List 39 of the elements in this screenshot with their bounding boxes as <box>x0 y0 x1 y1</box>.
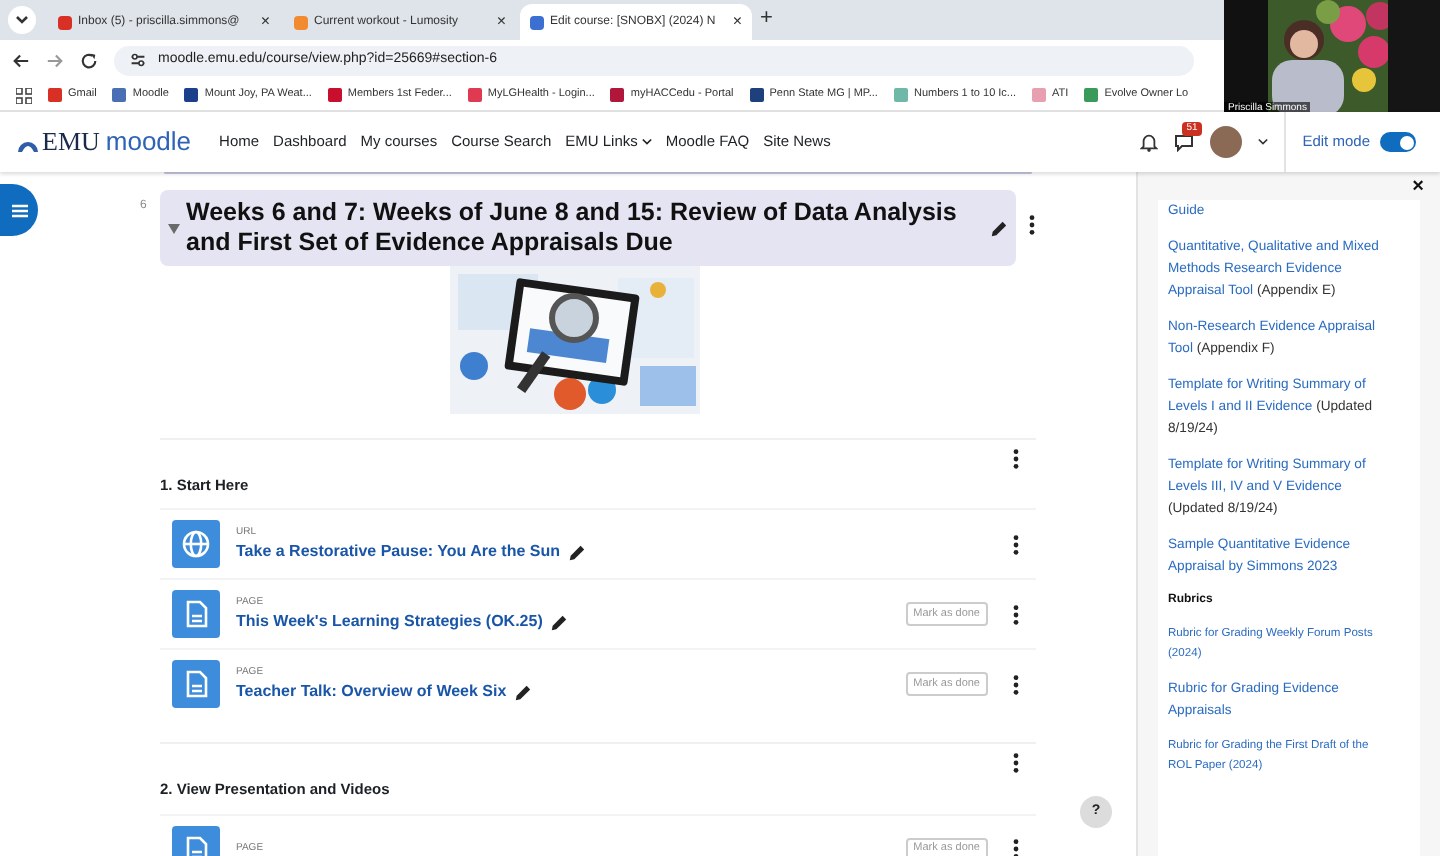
more-icon[interactable] <box>1012 838 1020 856</box>
pencil-icon[interactable] <box>567 543 586 561</box>
reload-icon[interactable] <box>80 51 98 69</box>
more-icon[interactable] <box>1012 603 1020 626</box>
chat-icon[interactable] <box>1174 132 1195 152</box>
edit-mode-toggle[interactable] <box>1380 132 1416 152</box>
back-icon[interactable] <box>12 51 30 69</box>
activity-link[interactable]: This Week's Learning Strategies (OK.25) <box>236 610 543 634</box>
collapse-icon[interactable] <box>168 223 180 233</box>
forward-icon[interactable] <box>46 51 64 69</box>
close-button[interactable]: × <box>496 10 506 34</box>
more-icon[interactable] <box>1012 533 1020 556</box>
close-button[interactable]: × <box>260 10 270 34</box>
pencil-icon[interactable] <box>550 613 569 631</box>
globe-icon <box>172 520 220 569</box>
course-index-button[interactable] <box>0 184 38 236</box>
list-icon <box>11 203 27 217</box>
activity-link[interactable]: Teacher Talk: Overview of Week Six <box>236 680 507 704</box>
apps-icon[interactable] <box>16 87 32 103</box>
bell-icon[interactable] <box>1140 132 1159 152</box>
document-icon <box>172 660 220 709</box>
tab-list-icon[interactable] <box>8 6 36 34</box>
pencil-icon[interactable] <box>990 219 1008 237</box>
site-settings-icon <box>130 52 146 68</box>
close-button[interactable]: × <box>1412 171 1424 201</box>
caret-icon[interactable] <box>1258 138 1269 146</box>
more-icon[interactable] <box>1028 214 1036 236</box>
document-icon <box>172 590 220 639</box>
more-icon[interactable] <box>1012 752 1020 775</box>
logo-text[interactable]: EMU <box>42 122 100 162</box>
pencil-icon[interactable] <box>514 683 533 701</box>
avatar[interactable] <box>1210 126 1243 158</box>
section-title: Weeks 6 and 7: Weeks of June 8 and 15: Review of Data Analysis and First Set of Evidence Appraisals Due <box>186 198 959 258</box>
activity-link[interactable]: Take a Restorative Pause: You Are the Sun <box>236 540 560 564</box>
more-icon[interactable] <box>1012 673 1020 696</box>
close-button[interactable]: × <box>732 10 742 34</box>
more-icon[interactable] <box>1012 448 1020 470</box>
new-tab-button[interactable]: + <box>760 1 773 34</box>
logo-text[interactable]: moodle <box>105 122 192 162</box>
